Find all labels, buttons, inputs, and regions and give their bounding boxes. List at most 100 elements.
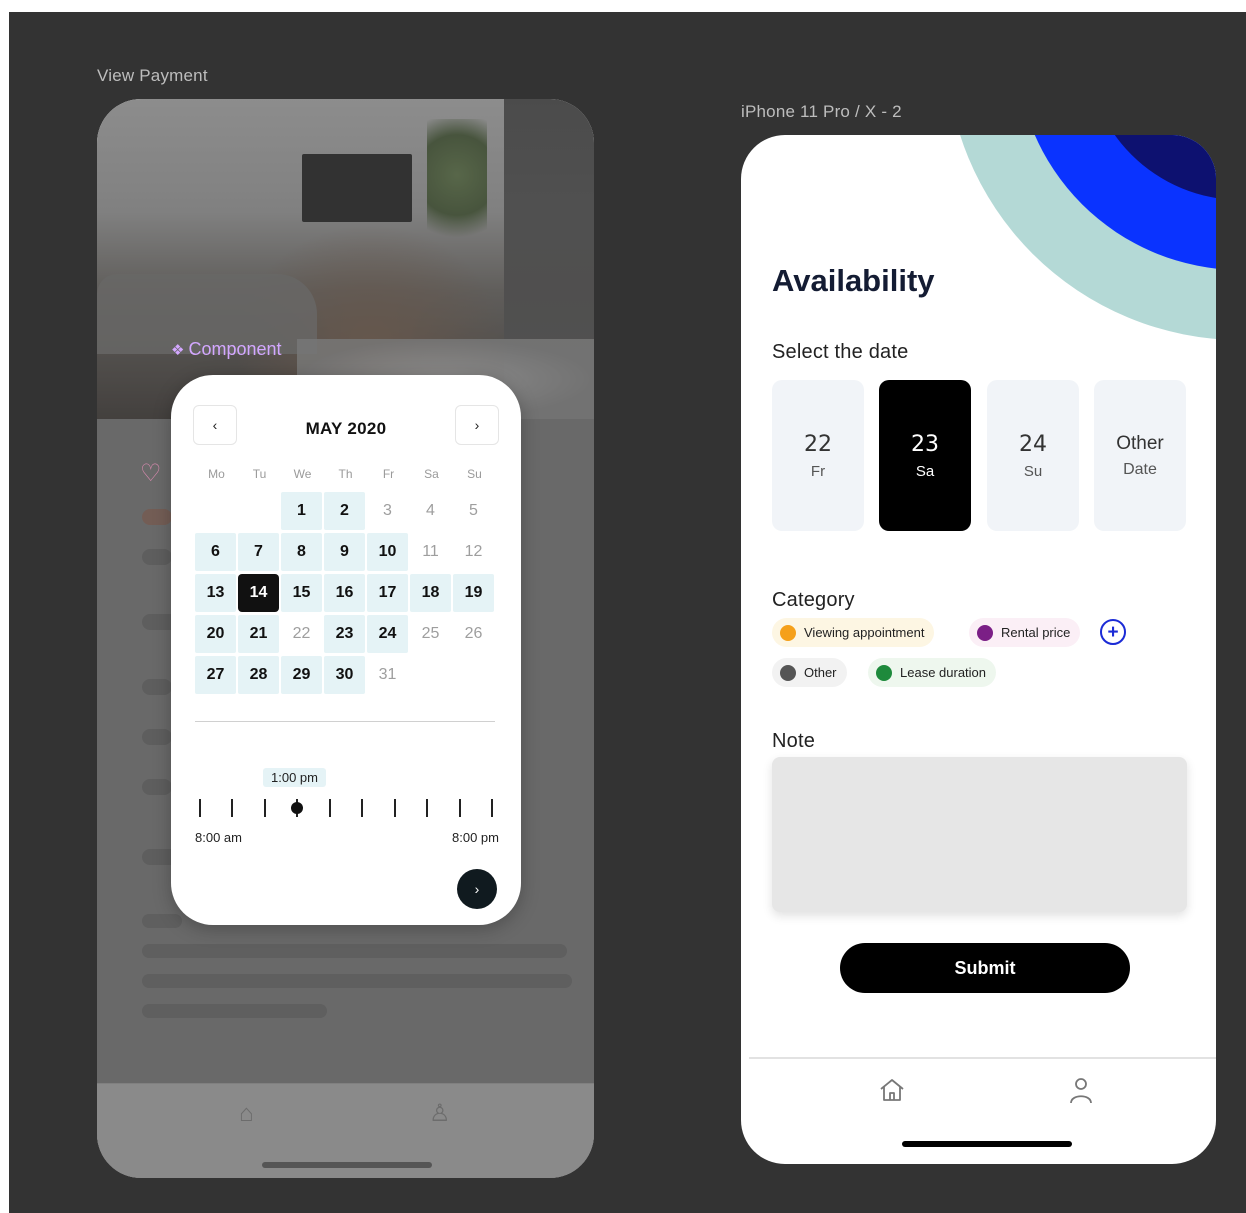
category-dot — [780, 624, 796, 641]
calendar-day[interactable]: 2 — [324, 492, 365, 530]
calendar-empty-cell — [195, 492, 236, 530]
date-weekday: Su — [1023, 462, 1043, 480]
home-icon: ⌂ — [239, 1100, 254, 1127]
frame-label-right: iPhone 11 Pro / X - 2 — [741, 102, 902, 121]
time-tick — [426, 799, 428, 817]
calendar-day[interactable]: 19 — [453, 574, 494, 612]
calendar-day[interactable]: 23 — [324, 615, 365, 653]
background-tabbar: ⌂ ♙ — [97, 1083, 594, 1178]
time-range-start: 8:00 am — [195, 830, 242, 845]
tabbar-divider — [749, 1057, 1216, 1059]
weekday-label: Fr — [382, 467, 395, 481]
time-tick — [491, 799, 493, 817]
calendar-day[interactable]: 8 — [281, 533, 322, 571]
calendar-day[interactable]: 3 — [367, 492, 408, 530]
calendar-day[interactable]: 17 — [367, 574, 408, 612]
time-tick — [394, 799, 396, 817]
calendar-day[interactable]: 5 — [453, 492, 494, 530]
selected-time-label: 1:00 pm — [263, 768, 326, 787]
calendar-day-selected[interactable]: 14 — [238, 574, 279, 612]
calendar-day[interactable]: 12 — [453, 533, 494, 571]
time-range-end: 8:00 pm — [452, 830, 499, 845]
home-indicator — [902, 1141, 1072, 1147]
date-number: 22 — [804, 431, 832, 457]
other-date-sublabel: Date — [1123, 460, 1157, 478]
calendar-day[interactable]: 22 — [281, 615, 322, 653]
select-date-label: Select the date — [772, 341, 909, 363]
calendar-day[interactable]: 29 — [281, 656, 322, 694]
other-date-label: Other — [1116, 432, 1164, 454]
time-tick — [231, 799, 233, 817]
calendar-day[interactable]: 27 — [195, 656, 236, 694]
next-month-button[interactable]: › — [455, 405, 499, 445]
category-chip-lease-duration[interactable]: Lease duration — [868, 658, 997, 687]
calendar-day[interactable]: 7 — [238, 533, 279, 571]
user-icon[interactable] — [1066, 1075, 1096, 1105]
next-step-button[interactable]: › — [457, 869, 497, 909]
submit-button[interactable]: Submit — [840, 943, 1130, 993]
calendar-day[interactable]: 31 — [367, 656, 408, 694]
date-weekday: Sa — [915, 462, 935, 480]
category-dot — [977, 624, 993, 641]
calendar-day[interactable]: 15 — [281, 574, 322, 612]
time-slider[interactable] — [199, 799, 493, 817]
weekday-label: Sa — [424, 467, 439, 481]
calendar-day[interactable]: 26 — [453, 615, 494, 653]
note-label: Note — [772, 730, 816, 752]
calendar-divider — [195, 721, 495, 722]
home-icon[interactable] — [877, 1075, 907, 1105]
calendar-day[interactable]: 4 — [410, 492, 451, 530]
date-number: 24 — [1019, 431, 1047, 457]
category-chip-viewing-appointment[interactable]: Viewing appointment — [772, 618, 935, 647]
calendar-day[interactable]: 30 — [324, 656, 365, 694]
calendar-day[interactable]: 11 — [410, 533, 451, 571]
date-time-picker: ‹ MAY 2020 › Mo Tu We Th Fr Sa Su 1 2 3 4 5 6 7 8 9 10 1… — [171, 375, 521, 925]
calendar-day[interactable]: 10 — [367, 533, 408, 571]
component-tag: ❖ Component — [171, 339, 282, 360]
time-tick — [361, 799, 363, 817]
time-slider-handle[interactable] — [291, 802, 303, 814]
date-option-24[interactable]: 24 Su — [987, 380, 1079, 531]
time-tick — [459, 799, 461, 817]
weekday-header: Mo Tu We Th Fr Sa Su — [195, 467, 497, 481]
calendar-day[interactable]: 9 — [324, 533, 365, 571]
category-dot — [876, 664, 892, 681]
calendar-day[interactable]: 16 — [324, 574, 365, 612]
date-option-22[interactable]: 22 Fr — [772, 380, 864, 531]
frame-label-left: View Payment — [97, 66, 208, 85]
calendar-day[interactable]: 1 — [281, 492, 322, 530]
availability-screen: Availability Select the date 22 Fr 23 Sa… — [741, 135, 1216, 1164]
category-label: Category — [772, 589, 855, 611]
design-canvas: View Payment iPhone 11 Pro / X - 2 ♡ ⌂ ♙… — [9, 12, 1246, 1213]
time-tick — [329, 799, 331, 817]
category-chip-other[interactable]: Other — [772, 658, 847, 687]
category-chip-label: Rental price — [1001, 625, 1071, 640]
calendar-day[interactable]: 25 — [410, 615, 451, 653]
calendar-day[interactable]: 18 — [410, 574, 451, 612]
category-chip-label: Lease duration — [900, 665, 987, 680]
category-dot — [780, 664, 796, 681]
calendar-day[interactable]: 6 — [195, 533, 236, 571]
date-option-other[interactable]: Other Date — [1094, 380, 1186, 531]
calendar-day[interactable]: 24 — [367, 615, 408, 653]
date-number: 23 — [911, 431, 939, 457]
date-weekday: Fr — [810, 462, 826, 480]
weekday-label: Th — [338, 467, 353, 481]
calendar-day[interactable]: 21 — [238, 615, 279, 653]
calendar-day[interactable]: 13 — [195, 574, 236, 612]
time-tick — [264, 799, 266, 817]
add-category-button[interactable]: + — [1100, 619, 1126, 645]
date-option-23-selected[interactable]: 23 Sa — [879, 380, 971, 531]
weekday-label: We — [293, 467, 312, 481]
time-tick — [199, 799, 201, 817]
category-chip-rental-price[interactable]: Rental price — [969, 618, 1081, 647]
calendar-day[interactable]: 28 — [238, 656, 279, 694]
heart-icon: ♡ — [140, 460, 162, 487]
note-textarea[interactable] — [772, 757, 1187, 912]
calendar-day[interactable]: 20 — [195, 615, 236, 653]
category-chip-label: Viewing appointment — [804, 625, 925, 640]
page-title: Availability — [772, 263, 935, 298]
component-label-text: Component — [188, 339, 282, 359]
calendar-empty-cell — [238, 492, 279, 530]
weekday-label: Tu — [252, 467, 267, 481]
